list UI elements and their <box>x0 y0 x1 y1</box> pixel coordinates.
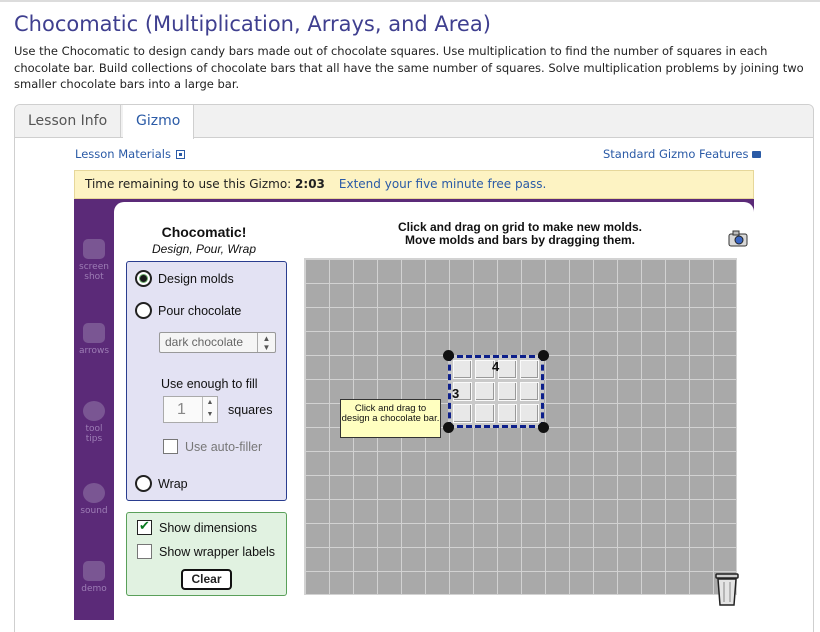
tooltip-icon <box>83 401 105 421</box>
instructions-line: Move molds and bars by dragging them. <box>404 233 636 247</box>
tab-lesson-info[interactable]: Lesson Info <box>15 105 122 138</box>
mold-cell <box>475 404 495 423</box>
trash-can-icon[interactable] <box>715 572 739 606</box>
demo-icon <box>83 561 105 581</box>
side-nav-label: screen <box>79 262 109 272</box>
pour-chocolate-option[interactable]: Pour chocolate <box>135 302 241 319</box>
design-molds-option[interactable]: Design molds <box>135 270 234 287</box>
wrap-option[interactable]: Wrap <box>135 475 188 492</box>
timer-value: 2:03 <box>295 177 325 191</box>
clear-button[interactable]: Clear <box>181 569 232 590</box>
extend-pass-link[interactable]: Extend your five minute free pass. <box>339 177 546 191</box>
fill-stepper[interactable]: 1 ▲ ▼ <box>163 396 218 423</box>
side-nav-label: tool <box>85 424 103 434</box>
external-window-icon <box>175 150 185 159</box>
chocolate-type-select[interactable]: dark chocolate ▲ ▼ <box>159 332 276 353</box>
side-nav-tooltips[interactable]: tool tips <box>74 401 114 444</box>
lesson-materials-link[interactable]: Lesson Materials <box>75 147 185 161</box>
mold-cell <box>497 404 517 423</box>
mold-height-label: 3 <box>452 386 460 401</box>
fill-value[interactable]: 1 <box>177 401 186 418</box>
page-title: Chocomatic (Multiplication, Arrays, and … <box>14 12 491 36</box>
mold-resize-handle[interactable] <box>443 350 454 361</box>
tab-gizmo[interactable]: Gizmo <box>123 105 195 139</box>
gizmo-canvas: Chocomatic! Design, Pour, Wrap Design mo… <box>114 202 754 620</box>
side-nav-screenshot[interactable]: screen shot <box>74 239 114 282</box>
side-nav-label: demo <box>81 584 107 594</box>
mold-cell <box>453 404 473 423</box>
wrap-label: Wrap <box>158 477 188 491</box>
show-wrapper-labels-checkbox[interactable] <box>137 544 152 559</box>
screenshot-camera-icon[interactable] <box>728 230 748 247</box>
tabs-bar: Lesson Info Gizmo <box>15 105 813 139</box>
design-molds-radio[interactable] <box>135 270 152 287</box>
sound-icon <box>83 483 105 503</box>
show-wrapper-labels-option[interactable]: Show wrapper labels <box>137 544 275 559</box>
side-nav-label: tips <box>85 434 103 444</box>
mold-resize-handle[interactable] <box>538 422 549 433</box>
show-dimensions-option[interactable]: Show dimensions <box>137 518 257 535</box>
camera-icon <box>83 239 105 259</box>
select-arrows-icon: ▲ ▼ <box>257 333 275 352</box>
mold-cell <box>519 404 539 423</box>
show-dimensions-label: Show dimensions <box>159 521 257 535</box>
auto-filler-option[interactable]: Use auto-filler <box>163 439 262 454</box>
wrap-radio[interactable] <box>135 475 152 492</box>
stepper-arrows-icon[interactable]: ▲ ▼ <box>202 397 217 422</box>
standard-features-label[interactable]: Standard Gizmo Features <box>603 147 748 161</box>
mold-cell <box>497 360 517 379</box>
auto-filler-checkbox[interactable] <box>163 439 178 454</box>
pour-chocolate-radio[interactable] <box>135 302 152 319</box>
timer-prefix: Time remaining to use this Gizmo: <box>85 177 296 191</box>
show-dimensions-checkbox[interactable] <box>137 518 152 535</box>
mold-cell <box>453 360 473 379</box>
design-molds-label: Design molds <box>158 272 234 286</box>
mold-resize-handle[interactable] <box>538 350 549 361</box>
mold-cell <box>519 382 539 401</box>
mode-panel: Design molds Pour chocolate dark chocola… <box>126 261 287 501</box>
side-nav-arrows[interactable]: arrows <box>74 323 114 356</box>
mold-resize-handle[interactable] <box>443 422 454 433</box>
fill-label: Use enough to fill <box>161 377 258 391</box>
display-options-panel: Show dimensions Show wrapper labels Clea… <box>126 512 287 596</box>
arrows-icon <box>83 323 105 343</box>
side-nav-sound[interactable]: sound <box>74 483 114 516</box>
gizmo-frame: screen shot arrows tool tips sound demo … <box>74 199 754 620</box>
timer-bar: Time remaining to use this Gizmo: 2:03 Ex… <box>74 170 754 199</box>
standard-features-link[interactable]: Standard Gizmo Features <box>603 147 762 161</box>
mold-width-label: 4 <box>492 359 500 374</box>
mold-cell <box>475 382 495 401</box>
chocolate-type-value: dark chocolate <box>165 335 244 349</box>
video-camera-icon <box>752 151 762 158</box>
mold-cell <box>497 382 517 401</box>
side-nav-label: sound <box>80 506 108 516</box>
instructions: Click and drag on grid to make new molds… <box>350 221 690 247</box>
squares-label: squares <box>228 403 273 417</box>
gizmo-subtitle: Design, Pour, Wrap <box>151 242 257 256</box>
auto-filler-label: Use auto-filler <box>185 440 263 454</box>
show-wrapper-labels-label: Show wrapper labels <box>159 545 276 559</box>
top-divider <box>0 0 820 2</box>
pour-chocolate-label: Pour chocolate <box>158 304 242 318</box>
design-tooltip: Click and drag to design a chocolate bar… <box>340 399 441 438</box>
side-nav-label: arrows <box>78 346 110 356</box>
side-nav-demo[interactable]: demo <box>74 561 114 594</box>
page-description: Use the Chocomatic to design candy bars … <box>14 44 804 91</box>
gizmo-title: Chocomatic! <box>161 224 247 240</box>
mold-cell <box>519 360 539 379</box>
side-nav: screen shot arrows tool tips sound demo <box>74 199 114 620</box>
side-nav-label: shot <box>84 272 104 282</box>
lesson-materials-label[interactable]: Lesson Materials <box>75 147 171 161</box>
